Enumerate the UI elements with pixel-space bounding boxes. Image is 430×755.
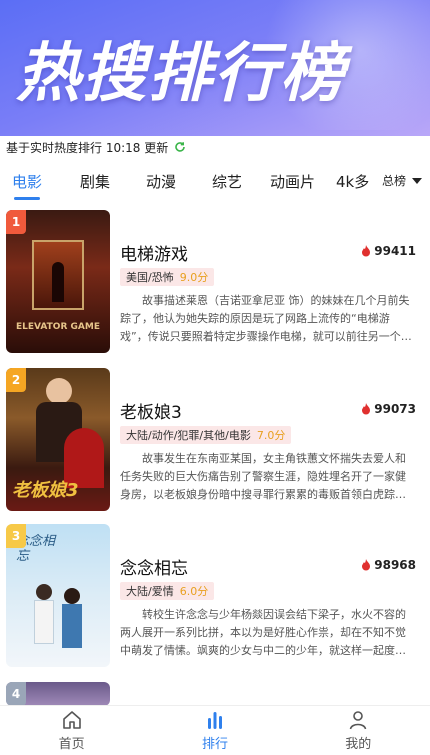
bottom-nav: 首页 排行 我的 bbox=[0, 705, 430, 755]
poster-image: 4 bbox=[6, 682, 110, 706]
rank-badge: 2 bbox=[6, 368, 26, 392]
hot-value: 99411 bbox=[374, 244, 416, 258]
hot-value: 98968 bbox=[374, 558, 416, 572]
flame-icon bbox=[362, 403, 371, 415]
home-icon bbox=[62, 711, 81, 729]
hot-score: 99411 bbox=[361, 244, 416, 258]
category-tabs: 电影 剧集 动漫 综艺 动画片 4k多 bbox=[0, 160, 430, 202]
poster-caption: 老板娘3 bbox=[12, 480, 79, 501]
rank-badge: 1 bbox=[6, 210, 26, 234]
movie-title: 电梯游戏 bbox=[120, 245, 188, 265]
rating: 6.0分 bbox=[179, 585, 209, 598]
hero-banner: 热搜排行榜 bbox=[0, 0, 430, 136]
tab-cartoon[interactable]: 动画片 bbox=[270, 171, 315, 192]
nav-home-label: 首页 bbox=[58, 737, 85, 752]
hot-value: 99073 bbox=[374, 402, 416, 416]
genre-tag: 大陆/动作/犯罪/其他/电影 7.0分 bbox=[120, 426, 292, 444]
poster-caption: ELEVATOR GAME bbox=[16, 322, 100, 332]
rank-badge: 3 bbox=[6, 524, 26, 548]
update-status: 基于实时热度排行 10:18 更新 bbox=[0, 136, 430, 158]
flame-icon bbox=[362, 559, 371, 571]
genre-text: 大陆/爱情 bbox=[126, 585, 174, 598]
tab-movie[interactable]: 电影 bbox=[12, 171, 42, 200]
nav-ranking[interactable]: 排行 bbox=[175, 709, 255, 752]
list-item[interactable]: 念念相忘 3 念念相忘 98968 大陆/爱情 6.0分 转校生许念念与少年杨燚… bbox=[0, 524, 430, 669]
genre-text: 美国/恐怖 bbox=[126, 271, 174, 284]
flame-icon bbox=[362, 245, 371, 257]
list-item[interactable]: ELEVATOR GAME 1 电梯游戏 99411 美国/恐怖 9.0分 故事… bbox=[0, 210, 430, 355]
tab-variety[interactable]: 综艺 bbox=[212, 171, 242, 192]
nav-profile-label: 我的 bbox=[345, 737, 372, 752]
genre-tag: 大陆/爱情 6.0分 bbox=[120, 582, 215, 600]
movie-title: 念念相忘 bbox=[120, 559, 188, 579]
genre-tag: 美国/恐怖 9.0分 bbox=[120, 268, 215, 286]
rank-bars-icon bbox=[207, 712, 222, 729]
rating: 7.0分 bbox=[256, 429, 286, 442]
sort-label: 总榜 bbox=[381, 174, 406, 188]
caret-down-icon bbox=[412, 177, 422, 184]
genre-text: 大陆/动作/犯罪/其他/电影 bbox=[126, 429, 251, 442]
tab-anime[interactable]: 动漫 bbox=[146, 171, 176, 192]
movie-description: 转校生许念念与少年杨燚因误会结下梁子，水火不容的两人展开一系列比拼，本以为是好胜… bbox=[120, 608, 406, 657]
poster-image: ELEVATOR GAME 1 bbox=[6, 210, 110, 353]
update-text: 基于实时热度排行 10:18 更新 bbox=[6, 140, 169, 155]
movie-description: 故事发生在东南亚某国，女主角铁蕙文怀揣失去爱人和任务失败的巨大伤痛告别了警察生涯… bbox=[120, 452, 406, 501]
poster-image: 念念相忘 3 bbox=[6, 524, 110, 667]
hot-score: 99073 bbox=[361, 402, 416, 416]
list-item[interactable]: 老板娘3 2 老板娘3 99073 大陆/动作/犯罪/其他/电影 7.0分 故事… bbox=[0, 368, 430, 513]
user-icon bbox=[350, 711, 367, 730]
movie-title: 老板娘3 bbox=[120, 403, 182, 423]
hot-score: 98968 bbox=[361, 558, 416, 572]
poster-image: 老板娘3 2 bbox=[6, 368, 110, 511]
tab-4k[interactable]: 4k多 bbox=[336, 171, 369, 192]
nav-home[interactable]: 首页 bbox=[32, 709, 112, 752]
rating: 9.0分 bbox=[179, 271, 209, 284]
tab-series[interactable]: 剧集 bbox=[80, 171, 110, 192]
refresh-icon[interactable] bbox=[174, 141, 186, 153]
movie-description: 故事描述莱恩（吉诺亚拿尼亚 饰）的妹妹在几个月前失踪了，他认为她失踪的原因是玩了… bbox=[120, 294, 412, 343]
list-item[interactable]: 4 bbox=[0, 682, 430, 706]
sort-dropdown[interactable]: 总榜 bbox=[375, 172, 422, 189]
nav-profile[interactable]: 我的 bbox=[318, 709, 398, 752]
rank-badge: 4 bbox=[6, 682, 26, 706]
page-title: 热搜排行榜 bbox=[16, 37, 346, 111]
nav-ranking-label: 排行 bbox=[201, 737, 228, 752]
